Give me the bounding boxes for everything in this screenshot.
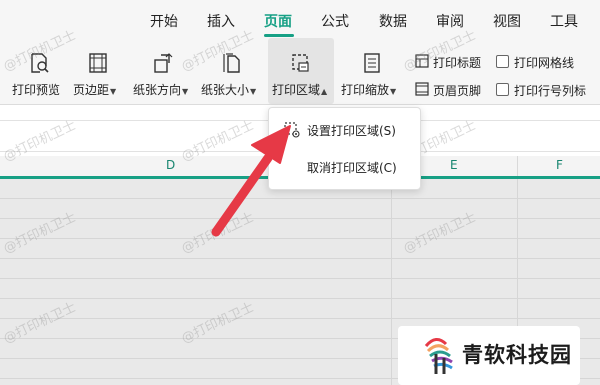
print-scale-icon: [361, 52, 383, 78]
column-header-d[interactable]: D: [166, 158, 175, 172]
chevron-down-icon: ▼: [250, 87, 257, 96]
tab-formula[interactable]: 公式: [321, 11, 349, 31]
margins-icon: [87, 52, 109, 78]
active-tab-indicator: [264, 34, 294, 37]
header-footer-label: 页眉页脚: [433, 84, 482, 98]
print-area-icon: [290, 52, 312, 78]
set-print-area-item[interactable]: 设置打印区域(S): [269, 117, 420, 143]
tab-home[interactable]: 开始: [150, 11, 178, 31]
print-area-dropdown: 设置打印区域(S) 取消打印区域(C): [268, 107, 421, 190]
column-separator: [517, 156, 518, 176]
chevron-down-icon: ▼: [110, 87, 117, 96]
column-header-f[interactable]: F: [556, 158, 563, 172]
clear-print-area-item[interactable]: 取消打印区域(C): [269, 154, 420, 180]
checkbox-box[interactable]: [496, 55, 509, 68]
logo-icon: [422, 336, 462, 380]
print-row-col-headers-label: 打印行号列标: [514, 84, 587, 98]
checkbox-box[interactable]: [496, 83, 509, 96]
ribbon-menu-bar: 开始 插入 页面 公式 数据 审阅 视图 工具: [0, 0, 600, 38]
print-scale-label: 打印缩放: [341, 83, 390, 97]
logo-text: 青软科技园: [462, 343, 572, 367]
set-print-area-label: 设置打印区域(S): [307, 124, 396, 138]
margins-label: 页边距: [73, 83, 110, 97]
orientation-icon: [152, 52, 174, 78]
chevron-down-icon: ▼: [182, 87, 189, 96]
column-header-e[interactable]: E: [450, 158, 458, 172]
chevron-up-icon: ▲: [321, 87, 328, 96]
page-layout-toolbar: 打印预览 页边距▼ 纸张方向▼ 纸张大小▼ 打印区域▲ 打印缩放▼ 打印标题 页…: [0, 38, 600, 105]
print-scale-button[interactable]: 打印缩放▼: [341, 38, 403, 104]
paper-size-label: 纸张大小: [201, 83, 250, 97]
tab-page[interactable]: 页面: [264, 11, 292, 31]
print-preview-label: 打印预览: [12, 83, 61, 97]
print-area-label: 打印区域: [272, 83, 321, 97]
tab-tools[interactable]: 工具: [550, 11, 578, 31]
print-gridlines-label: 打印网格线: [514, 56, 575, 70]
tab-data[interactable]: 数据: [379, 11, 407, 31]
orientation-label: 纸张方向: [133, 83, 182, 97]
header-footer-icon: [415, 82, 429, 99]
grid-column-line: [391, 179, 392, 385]
chevron-down-icon: ▼: [390, 87, 397, 96]
brand-logo: 青软科技园: [398, 326, 580, 385]
tab-view[interactable]: 视图: [493, 11, 521, 31]
set-print-area-icon: [284, 122, 300, 141]
clear-print-area-label: 取消打印区域(C): [307, 161, 397, 175]
print-area-button[interactable]: 打印区域▲: [268, 38, 334, 104]
tab-insert[interactable]: 插入: [207, 11, 235, 31]
margins-button[interactable]: 页边距▼: [73, 38, 123, 104]
